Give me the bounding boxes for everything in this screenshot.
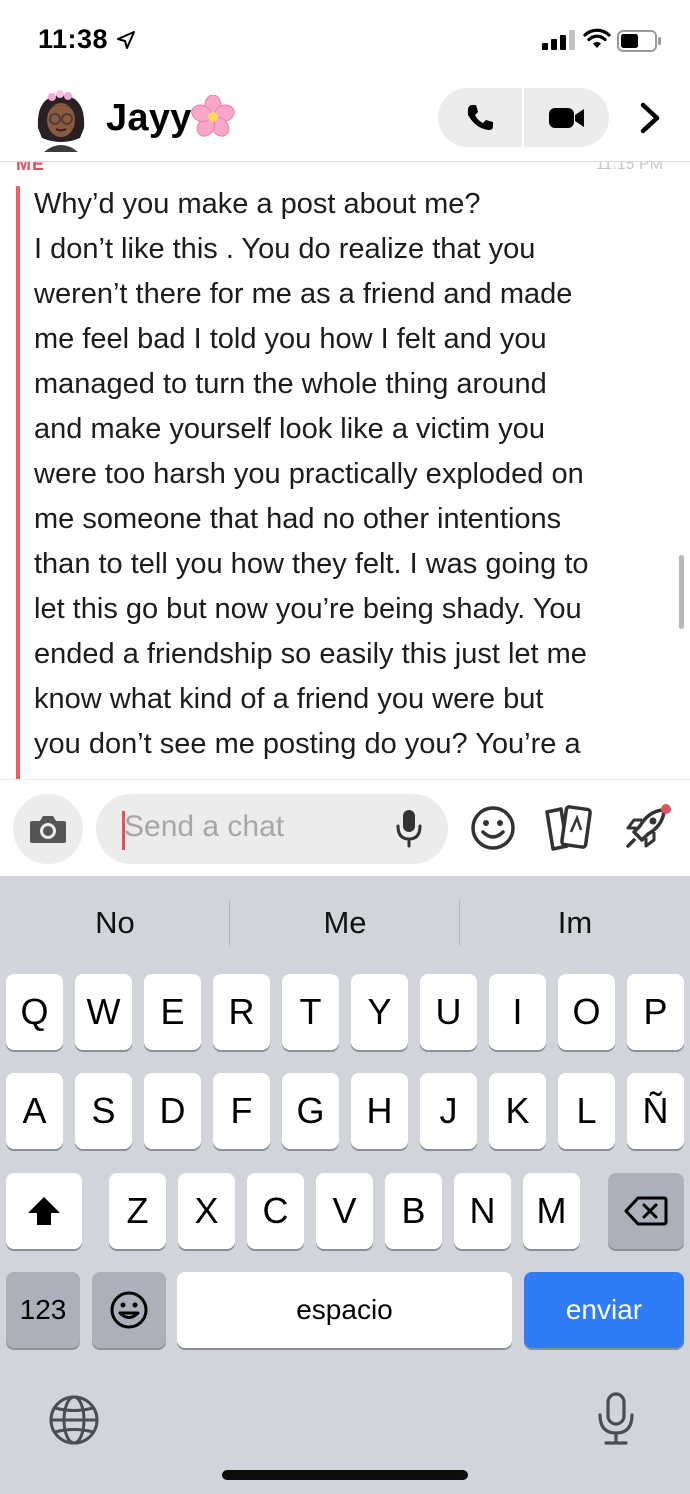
message-line: Why’d you make a post about me? [34,188,481,220]
key-f[interactable]: F [213,1073,270,1149]
shift-arrow-icon [28,1197,60,1225]
chat-header: Jayy [0,80,690,162]
key-l[interactable]: L [558,1073,615,1149]
message-line: know what kind of a friend you were but [34,683,544,715]
key-h[interactable]: H [351,1073,408,1149]
smiley-icon[interactable] [469,804,517,852]
key-b[interactable]: B [385,1173,442,1249]
wifi-icon [583,28,611,48]
phone-icon [467,104,493,130]
avatar[interactable] [30,88,92,154]
key-u[interactable]: U [420,974,477,1050]
notification-dot [661,804,671,814]
more-button[interactable] [628,96,672,140]
cellular-signal-icon [542,30,575,50]
camera-icon [30,816,66,843]
dictation-mic-icon[interactable] [595,1391,637,1447]
message-timestamp: 11:15 PM [595,162,663,173]
chat-scrollbar[interactable] [679,555,684,629]
key-r[interactable]: R [213,974,270,1050]
suggestion-3[interactable]: Im [460,876,690,970]
delete-key[interactable] [608,1173,684,1249]
message-line: weren’t there for me as a friend and mad… [34,278,573,310]
suggestion-2[interactable]: Me [230,876,460,970]
message-line: me feel bad I told you how I felt and yo… [34,323,547,355]
cherry-blossom-icon [191,95,235,137]
message-line: ended a friendship so easily this just l… [34,638,587,670]
key-y[interactable]: Y [351,974,408,1050]
numbers-key[interactable]: 123 [6,1272,80,1348]
message-line: than to tell you how they felt. I was go… [34,548,589,580]
key-t[interactable]: T [282,974,339,1050]
video-camera-icon [548,107,584,128]
message-text[interactable]: Why’d you make a post about me? I don’t … [34,182,674,767]
camera-button[interactable] [13,794,83,864]
cards-icon[interactable] [543,804,595,852]
message-line: you don’t see me posting do you? You’re … [34,728,581,760]
keyboard: No Me Im Q W E R T Y U I O P A S D F G H… [0,876,690,1494]
compose-bar: Send a chat [0,779,690,877]
key-p[interactable]: P [627,974,684,1050]
space-key[interactable]: espacio [177,1272,512,1348]
key-w[interactable]: W [75,974,132,1050]
key-j[interactable]: J [420,1073,477,1149]
key-o[interactable]: O [558,974,615,1050]
key-e[interactable]: E [144,974,201,1050]
message-line: let this go but now you’re being shady. … [34,593,582,625]
home-indicator[interactable] [222,1470,468,1480]
message-line: were too harsh you practically exploded … [34,458,584,490]
key-n-tilde[interactable]: Ñ [627,1073,684,1149]
video-call-button[interactable] [524,88,609,147]
key-d[interactable]: D [144,1073,201,1149]
return-key[interactable]: enviar [524,1272,684,1348]
chat-input-placeholder: Send a chat [124,810,285,843]
message-line: me someone that had no other intentions [34,503,562,535]
key-k[interactable]: K [489,1073,546,1149]
emoji-keyboard-icon [110,1291,148,1329]
message-line: managed to turn the whole thing around [34,368,547,400]
location-arrow-icon [117,31,135,49]
globe-icon[interactable] [48,1394,100,1446]
sender-accent-bar [16,186,20,779]
rocket-icon[interactable] [622,802,674,854]
contact-name[interactable]: Jayy [106,97,192,140]
shift-key[interactable] [6,1173,82,1249]
key-x[interactable]: X [178,1173,235,1249]
key-a[interactable]: A [6,1073,63,1149]
emoji-key[interactable] [92,1272,166,1348]
battery-icon [617,30,661,52]
backspace-icon [624,1196,668,1226]
chat-area[interactable]: ME 11:15 PM Why’d you make a post about … [0,162,690,779]
microphone-icon[interactable] [393,808,425,848]
message-line: and make yourself look like a victim you [34,413,545,445]
voice-call-button[interactable] [438,88,522,147]
key-q[interactable]: Q [6,974,63,1050]
key-m[interactable]: M [523,1173,580,1249]
key-z[interactable]: Z [109,1173,166,1249]
key-s[interactable]: S [75,1073,132,1149]
status-time: 11:38 [38,24,109,54]
key-g[interactable]: G [282,1073,339,1149]
suggestion-1[interactable]: No [0,876,230,970]
key-c[interactable]: C [247,1173,304,1249]
sender-label: ME [16,162,45,174]
key-n[interactable]: N [454,1173,511,1249]
chevron-right-icon [640,102,660,134]
key-v[interactable]: V [316,1173,373,1249]
status-bar: 11:38 [0,0,690,80]
key-i[interactable]: I [489,974,546,1050]
message-line: I don’t like this . You do realize that … [34,233,536,265]
